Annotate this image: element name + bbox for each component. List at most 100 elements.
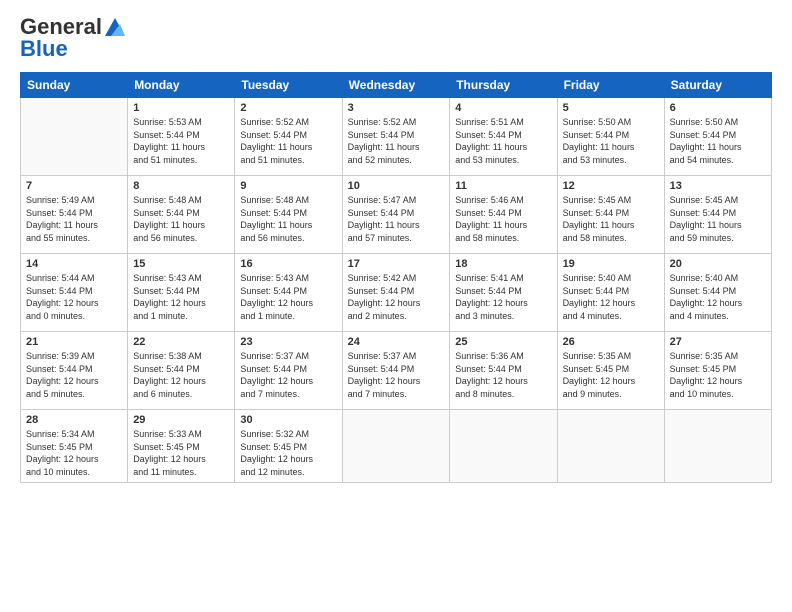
logo: General Blue bbox=[20, 16, 126, 62]
day-number: 16 bbox=[240, 258, 336, 270]
day-number: 3 bbox=[348, 102, 445, 114]
calendar-cell: 22Sunrise: 5:38 AMSunset: 5:44 PMDayligh… bbox=[128, 332, 235, 410]
logo-triangle-icon bbox=[104, 17, 126, 37]
day-number: 18 bbox=[455, 258, 551, 270]
calendar-cell bbox=[557, 410, 664, 483]
day-number: 30 bbox=[240, 414, 336, 426]
weekday-header-monday: Monday bbox=[128, 73, 235, 98]
calendar-cell: 5 Sunrise: 5:50 AMSunset: 5:44 PMDaylight… bbox=[557, 98, 664, 176]
calendar-cell: 9 Sunrise: 5:48 AMSunset: 5:44 PMDaylight… bbox=[235, 176, 342, 254]
calendar-week-4: 21 Sunrise: 5:39 AMSunset: 5:44 PMDayligh… bbox=[21, 332, 772, 410]
day-info: Sunrise: 5:41 AMSunset: 5:44 PMDaylight:… bbox=[455, 272, 551, 322]
day-info: Sunrise: 5:44 AMSunset: 5:44 PMDaylight:… bbox=[26, 272, 122, 322]
day-info: Sunrise: 5:37 AMSunset: 5:44 PMDaylight:… bbox=[240, 350, 336, 400]
weekday-header-saturday: Saturday bbox=[664, 73, 771, 98]
day-info: Sunrise: 5:48 AMSunset: 5:44 PMDaylight:… bbox=[240, 194, 336, 244]
day-info: Sunrise: 5:45 AMSunset: 5:44 PMDaylight:… bbox=[670, 194, 766, 244]
day-info: Sunrise: 5:40 AMSunset: 5:44 PMDaylight:… bbox=[670, 272, 766, 322]
calendar-cell: 26 Sunrise: 5:35 AMSunset: 5:45 PMDayligh… bbox=[557, 332, 664, 410]
day-number: 28 bbox=[26, 414, 122, 426]
calendar-cell: 12 Sunrise: 5:45 AMSunset: 5:44 PMDayligh… bbox=[557, 176, 664, 254]
day-number: 11 bbox=[455, 180, 551, 192]
day-number: 9 bbox=[240, 180, 336, 192]
day-number: 1 bbox=[133, 102, 229, 114]
day-info: Sunrise: 5:47 AMSunset: 5:44 PMDaylight:… bbox=[348, 194, 445, 244]
calendar-cell: 20 Sunrise: 5:40 AMSunset: 5:44 PMDayligh… bbox=[664, 254, 771, 332]
day-number: 14 bbox=[26, 258, 122, 270]
weekday-header-thursday: Thursday bbox=[450, 73, 557, 98]
day-number: 5 bbox=[563, 102, 659, 114]
day-number: 22 bbox=[133, 336, 229, 348]
calendar-cell: 28 Sunrise: 5:34 AMSunset: 5:45 PMDayligh… bbox=[21, 410, 128, 483]
day-info: Sunrise: 5:50 AMSunset: 5:44 PMDaylight:… bbox=[563, 116, 659, 166]
day-info: Sunrise: 5:37 AMSunset: 5:44 PMDaylight:… bbox=[348, 350, 445, 400]
calendar-cell: 2Sunrise: 5:52 AMSunset: 5:44 PMDaylight… bbox=[235, 98, 342, 176]
weekday-header-tuesday: Tuesday bbox=[235, 73, 342, 98]
day-info: Sunrise: 5:45 AMSunset: 5:44 PMDaylight:… bbox=[563, 194, 659, 244]
day-info: Sunrise: 5:39 AMSunset: 5:44 PMDaylight:… bbox=[26, 350, 122, 400]
calendar-cell: 15Sunrise: 5:43 AMSunset: 5:44 PMDayligh… bbox=[128, 254, 235, 332]
weekday-header-friday: Friday bbox=[557, 73, 664, 98]
day-number: 7 bbox=[26, 180, 122, 192]
calendar-cell bbox=[450, 410, 557, 483]
day-info: Sunrise: 5:36 AMSunset: 5:44 PMDaylight:… bbox=[455, 350, 551, 400]
day-number: 10 bbox=[348, 180, 445, 192]
day-info: Sunrise: 5:40 AMSunset: 5:44 PMDaylight:… bbox=[563, 272, 659, 322]
day-info: Sunrise: 5:51 AMSunset: 5:44 PMDaylight:… bbox=[455, 116, 551, 166]
day-number: 17 bbox=[348, 258, 445, 270]
day-number: 25 bbox=[455, 336, 551, 348]
calendar-cell: 6 Sunrise: 5:50 AMSunset: 5:44 PMDaylight… bbox=[664, 98, 771, 176]
day-info: Sunrise: 5:46 AMSunset: 5:44 PMDaylight:… bbox=[455, 194, 551, 244]
day-info: Sunrise: 5:34 AMSunset: 5:45 PMDaylight:… bbox=[26, 428, 122, 478]
calendar-cell: 8 Sunrise: 5:48 AMSunset: 5:44 PMDaylight… bbox=[128, 176, 235, 254]
calendar-week-3: 14 Sunrise: 5:44 AMSunset: 5:44 PMDayligh… bbox=[21, 254, 772, 332]
calendar-cell: 29 Sunrise: 5:33 AMSunset: 5:45 PMDayligh… bbox=[128, 410, 235, 483]
calendar-cell: 18 Sunrise: 5:41 AMSunset: 5:44 PMDayligh… bbox=[450, 254, 557, 332]
day-info: Sunrise: 5:43 AMSunset: 5:44 PMDaylight:… bbox=[240, 272, 336, 322]
calendar-cell: 19 Sunrise: 5:40 AMSunset: 5:44 PMDayligh… bbox=[557, 254, 664, 332]
day-number: 19 bbox=[563, 258, 659, 270]
day-info: Sunrise: 5:42 AMSunset: 5:44 PMDaylight:… bbox=[348, 272, 445, 322]
weekday-header-sunday: Sunday bbox=[21, 73, 128, 98]
day-info: Sunrise: 5:52 AMSunset: 5:44 PMDaylight:… bbox=[348, 116, 445, 166]
day-number: 4 bbox=[455, 102, 551, 114]
day-info: Sunrise: 5:50 AMSunset: 5:44 PMDaylight:… bbox=[670, 116, 766, 166]
day-number: 13 bbox=[670, 180, 766, 192]
day-number: 26 bbox=[563, 336, 659, 348]
day-number: 29 bbox=[133, 414, 229, 426]
day-info: Sunrise: 5:35 AMSunset: 5:45 PMDaylight:… bbox=[670, 350, 766, 400]
calendar-week-1: 1Sunrise: 5:53 AMSunset: 5:44 PMDaylight… bbox=[21, 98, 772, 176]
logo-wordmark: General bbox=[20, 16, 126, 38]
day-info: Sunrise: 5:48 AMSunset: 5:44 PMDaylight:… bbox=[133, 194, 229, 244]
day-info: Sunrise: 5:32 AMSunset: 5:45 PMDaylight:… bbox=[240, 428, 336, 478]
calendar-cell: 1Sunrise: 5:53 AMSunset: 5:44 PMDaylight… bbox=[128, 98, 235, 176]
day-number: 12 bbox=[563, 180, 659, 192]
calendar-cell: 11 Sunrise: 5:46 AMSunset: 5:44 PMDayligh… bbox=[450, 176, 557, 254]
day-number: 27 bbox=[670, 336, 766, 348]
day-number: 21 bbox=[26, 336, 122, 348]
calendar-cell: 23 Sunrise: 5:37 AMSunset: 5:44 PMDayligh… bbox=[235, 332, 342, 410]
day-info: Sunrise: 5:35 AMSunset: 5:45 PMDaylight:… bbox=[563, 350, 659, 400]
calendar-cell bbox=[664, 410, 771, 483]
calendar-cell: 24 Sunrise: 5:37 AMSunset: 5:44 PMDayligh… bbox=[342, 332, 450, 410]
day-number: 6 bbox=[670, 102, 766, 114]
day-number: 24 bbox=[348, 336, 445, 348]
calendar-cell: 10 Sunrise: 5:47 AMSunset: 5:44 PMDayligh… bbox=[342, 176, 450, 254]
day-number: 20 bbox=[670, 258, 766, 270]
calendar-cell: 25 Sunrise: 5:36 AMSunset: 5:44 PMDayligh… bbox=[450, 332, 557, 410]
day-info: Sunrise: 5:33 AMSunset: 5:45 PMDaylight:… bbox=[133, 428, 229, 478]
weekday-header-wednesday: Wednesday bbox=[342, 73, 450, 98]
calendar-cell: 27 Sunrise: 5:35 AMSunset: 5:45 PMDayligh… bbox=[664, 332, 771, 410]
calendar-table: SundayMondayTuesdayWednesdayThursdayFrid… bbox=[20, 72, 772, 483]
calendar-cell: 4 Sunrise: 5:51 AMSunset: 5:44 PMDaylight… bbox=[450, 98, 557, 176]
calendar-cell: 30 Sunrise: 5:32 AMSunset: 5:45 PMDayligh… bbox=[235, 410, 342, 483]
logo-general-text: General bbox=[20, 16, 102, 38]
day-info: Sunrise: 5:52 AMSunset: 5:44 PMDaylight:… bbox=[240, 116, 336, 166]
page: General Blue SundayMondayTuesdayWednesda… bbox=[0, 0, 792, 612]
calendar-cell: 7 Sunrise: 5:49 AMSunset: 5:44 PMDaylight… bbox=[21, 176, 128, 254]
weekday-header-row: SundayMondayTuesdayWednesdayThursdayFrid… bbox=[21, 73, 772, 98]
day-number: 8 bbox=[133, 180, 229, 192]
day-number: 23 bbox=[240, 336, 336, 348]
calendar-cell: 13 Sunrise: 5:45 AMSunset: 5:44 PMDayligh… bbox=[664, 176, 771, 254]
day-info: Sunrise: 5:49 AMSunset: 5:44 PMDaylight:… bbox=[26, 194, 122, 244]
